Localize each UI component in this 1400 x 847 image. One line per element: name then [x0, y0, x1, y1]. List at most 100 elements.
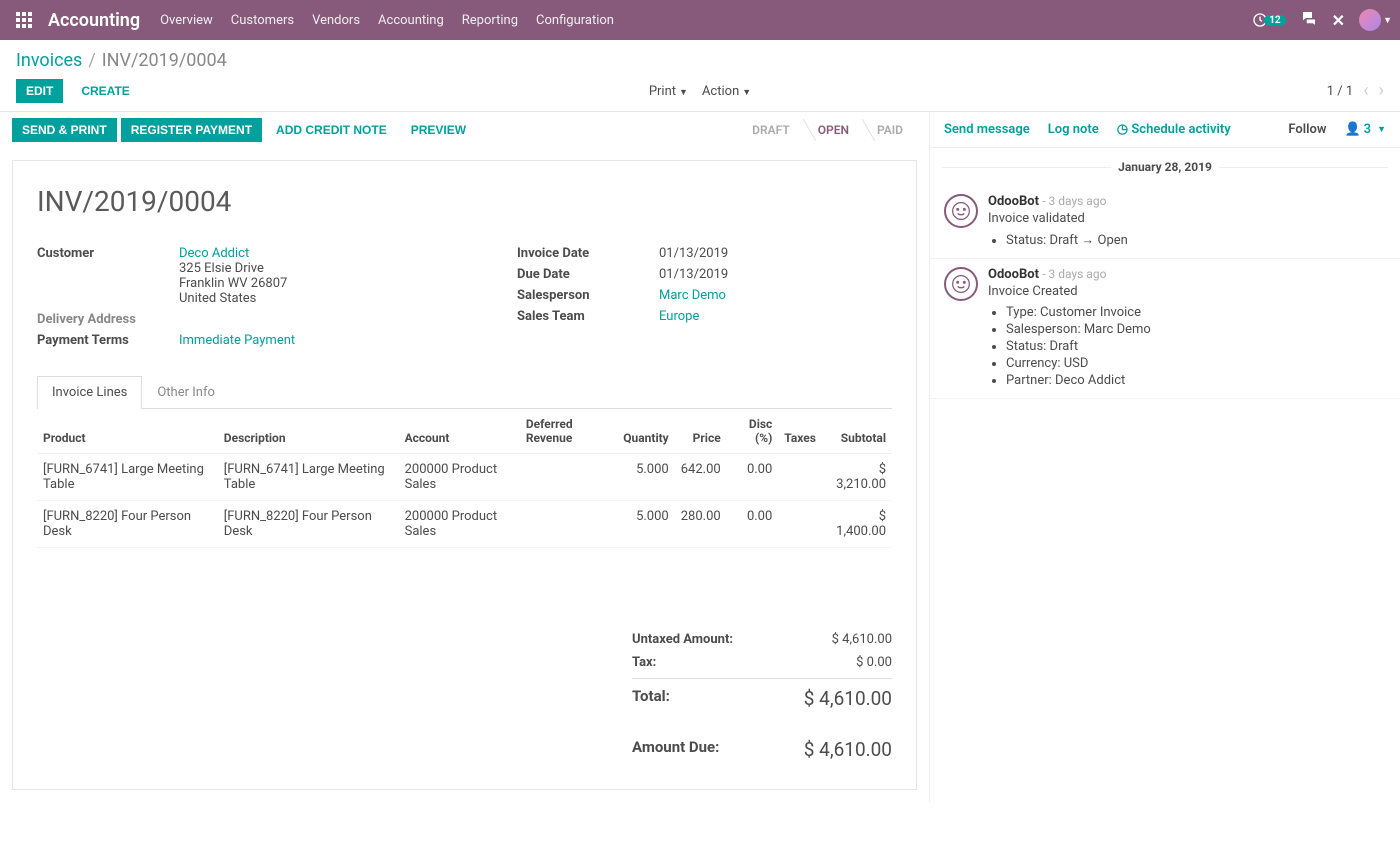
- register-payment-button[interactable]: REGISTER PAYMENT: [121, 118, 262, 142]
- message: OdooBot - 3 days ago Invoice validated St…: [930, 186, 1400, 259]
- table-row[interactable]: [FURN_6741] Large Meeting Table[FURN_674…: [37, 454, 892, 501]
- total-label: Total:: [632, 687, 670, 710]
- message-subtitle: Invoice Created: [988, 284, 1386, 299]
- message-subtitle: Invoice validated: [988, 211, 1386, 226]
- message-author: OdooBot: [988, 267, 1039, 282]
- totals: Untaxed Amount: $ 4,610.00 Tax: $ 0.00 Tot…: [632, 628, 892, 765]
- total-value: $ 4,610.00: [804, 687, 892, 710]
- nav-overview[interactable]: Overview: [160, 13, 213, 28]
- chevron-down-icon: ▼: [1383, 15, 1392, 26]
- tab-other-info[interactable]: Other Info: [142, 376, 230, 408]
- date-separator: January 28, 2019: [930, 148, 1400, 186]
- topbar-right: 12 ✕ ▼: [1252, 9, 1392, 31]
- user-menu[interactable]: ▼: [1359, 9, 1392, 31]
- payment-terms-label: Payment Terms: [37, 333, 167, 348]
- apps-icon[interactable]: [8, 4, 40, 36]
- customer-addr3: United States: [179, 291, 457, 306]
- salesperson-label: Salesperson: [517, 288, 647, 303]
- breadcrumb-current: INV/2019/0004: [102, 50, 227, 71]
- schedule-activity-button[interactable]: ◷ Schedule activity: [1117, 122, 1231, 137]
- pager-next-icon[interactable]: ›: [1379, 82, 1384, 100]
- activity-icon[interactable]: 12: [1252, 12, 1285, 28]
- sales-team[interactable]: Europe: [659, 309, 728, 324]
- topbar: Accounting Overview Customers Vendors Ac…: [0, 0, 1400, 40]
- edit-button[interactable]: EDIT: [16, 79, 63, 103]
- status-paid[interactable]: PAID: [863, 119, 917, 141]
- chatter: Send message Log note ◷ Schedule activit…: [930, 112, 1400, 802]
- message-time: - 3 days ago: [1042, 267, 1106, 281]
- customer-name[interactable]: Deco Addict: [179, 246, 457, 261]
- actionbar: EDIT CREATE Print▼ Action▼ 1 / 1 ‹ ›: [0, 75, 1400, 112]
- invoice-lines-table: Product Description Account Deferred Rev…: [37, 409, 892, 548]
- due-label: Amount Due:: [632, 738, 719, 761]
- status-draft[interactable]: DRAFT: [738, 119, 804, 141]
- bot-avatar-icon: [944, 267, 978, 301]
- untaxed-value: $ 4,610.00: [832, 632, 892, 647]
- tax-value: $ 0.00: [856, 655, 892, 670]
- breadcrumb-parent[interactable]: Invoices: [16, 50, 82, 71]
- payment-terms[interactable]: Immediate Payment: [179, 333, 457, 348]
- tab-invoice-lines[interactable]: Invoice Lines: [37, 376, 142, 409]
- action-dropdown[interactable]: Action▼: [702, 84, 751, 99]
- th-taxes: Taxes: [778, 409, 822, 454]
- nav-vendors[interactable]: Vendors: [312, 13, 360, 28]
- nav-customers[interactable]: Customers: [231, 13, 294, 28]
- th-product: Product: [37, 409, 218, 454]
- due-date-label: Due Date: [517, 267, 647, 282]
- th-price: Price: [675, 409, 727, 454]
- nav-configuration[interactable]: Configuration: [536, 13, 614, 28]
- form-buttons: SEND & PRINT REGISTER PAYMENT ADD CREDIT…: [0, 112, 929, 148]
- salesperson[interactable]: Marc Demo: [659, 288, 728, 303]
- tabs: Invoice Lines Other Info: [37, 376, 892, 409]
- invoice-number: INV/2019/0004: [37, 185, 892, 218]
- conversations-icon[interactable]: [1300, 9, 1318, 31]
- th-subtotal: Subtotal: [822, 409, 892, 454]
- message-item: Type: Customer Invoice: [1006, 305, 1386, 320]
- untaxed-label: Untaxed Amount:: [632, 632, 733, 647]
- preview-button[interactable]: PREVIEW: [401, 118, 476, 142]
- app-title[interactable]: Accounting: [48, 10, 140, 31]
- invoice-date-label: Invoice Date: [517, 246, 647, 261]
- customer-addr1: 325 Elsie Drive: [179, 261, 457, 276]
- message-item: Salesperson: Marc Demo: [1006, 322, 1386, 337]
- message-item: Status: Draft → Open: [1006, 232, 1386, 248]
- breadcrumb: Invoices / INV/2019/0004: [0, 40, 1400, 75]
- delivery-label: Delivery Address: [37, 312, 167, 327]
- message-time: - 3 days ago: [1042, 194, 1106, 208]
- debug-icon[interactable]: ✕: [1332, 11, 1345, 30]
- message-item: Currency: USD: [1006, 356, 1386, 371]
- nav-reporting[interactable]: Reporting: [462, 13, 518, 28]
- send-print-button[interactable]: SEND & PRINT: [12, 118, 117, 142]
- user-icon: 👤: [1344, 122, 1360, 137]
- print-dropdown[interactable]: Print▼: [649, 84, 688, 99]
- add-credit-note-button[interactable]: ADD CREDIT NOTE: [266, 118, 397, 142]
- message-item: Partner: Deco Addict: [1006, 373, 1386, 388]
- followers-count[interactable]: 👤3▼: [1344, 122, 1386, 137]
- pager: 1 / 1 ‹ ›: [1327, 82, 1384, 100]
- th-description: Description: [218, 409, 399, 454]
- status-open[interactable]: OPEN: [804, 119, 863, 141]
- form-sheet: INV/2019/0004 Customer Deco Addict 325 E…: [12, 160, 917, 790]
- table-row[interactable]: [FURN_8220] Four Person Desk[FURN_8220] …: [37, 501, 892, 548]
- send-message-button[interactable]: Send message: [944, 122, 1030, 137]
- tax-label: Tax:: [632, 655, 656, 670]
- activity-badge: 12: [1264, 15, 1285, 26]
- th-deferred: Deferred Revenue: [520, 409, 617, 454]
- bot-avatar-icon: [944, 194, 978, 228]
- sales-team-label: Sales Team: [517, 309, 647, 324]
- th-quantity: Quantity: [617, 409, 674, 454]
- th-disc: Disc (%): [727, 409, 779, 454]
- th-account: Account: [399, 409, 520, 454]
- nav-accounting[interactable]: Accounting: [378, 13, 444, 28]
- follow-button[interactable]: Follow: [1288, 122, 1326, 137]
- breadcrumb-sep: /: [88, 50, 95, 71]
- customer-addr2: Franklin WV 26807: [179, 276, 457, 291]
- due-value: $ 4,610.00: [804, 738, 892, 761]
- main-content: SEND & PRINT REGISTER PAYMENT ADD CREDIT…: [0, 112, 930, 802]
- log-note-button[interactable]: Log note: [1048, 122, 1099, 137]
- status-bar: DRAFT OPEN PAID: [738, 119, 917, 141]
- create-button[interactable]: CREATE: [71, 79, 139, 103]
- message-author: OdooBot: [988, 194, 1039, 209]
- message-item: Status: Draft: [1006, 339, 1386, 354]
- pager-prev-icon[interactable]: ‹: [1363, 82, 1368, 100]
